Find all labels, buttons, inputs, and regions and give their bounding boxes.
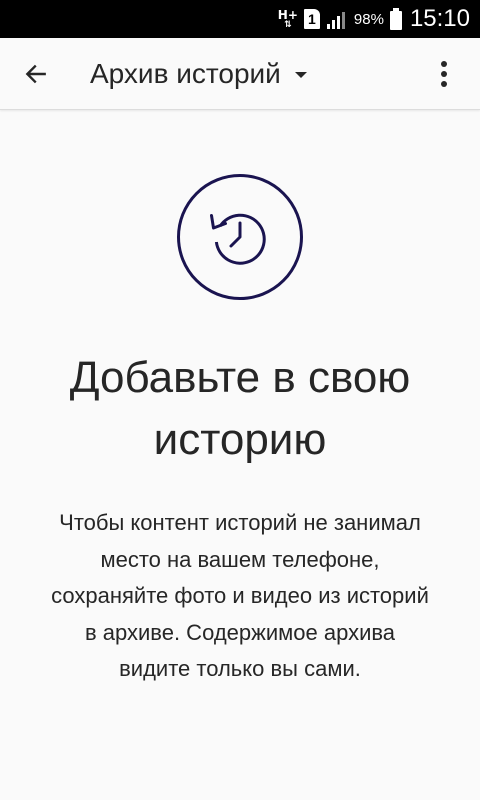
caret-down-icon [294,72,307,78]
more-vertical-icon [441,61,447,87]
network-type: H+ [277,7,298,22]
signal-icon [326,9,348,29]
clock: 15:10 [409,5,470,32]
page-title: Архив историй [90,58,281,89]
sim-icon: 1 [303,9,320,29]
battery-percent: 98% [353,10,384,28]
sim-slot-label: 1 [303,9,320,29]
back-button[interactable] [12,50,60,98]
archive-type-dropdown[interactable]: Архив историй [90,38,307,110]
status-bar: H+ ⇅ 1 98% 15:10 [0,0,480,38]
network-hplus-icon: H+ ⇅ [278,9,298,30]
arrow-left-icon [25,64,46,84]
app-bar: Архив историй [0,38,480,110]
data-arrows-icon: ⇅ [284,19,292,30]
empty-state-headline: Добавьте в свою историю [69,353,411,464]
empty-state: Добавьте в свою историю Чтобы контент ис… [0,111,480,800]
battery-icon [389,8,402,30]
history-clock-icon [177,174,303,300]
more-options-button[interactable] [420,50,468,98]
empty-state-description: Чтобы контент историй не занимал место н… [51,510,429,681]
